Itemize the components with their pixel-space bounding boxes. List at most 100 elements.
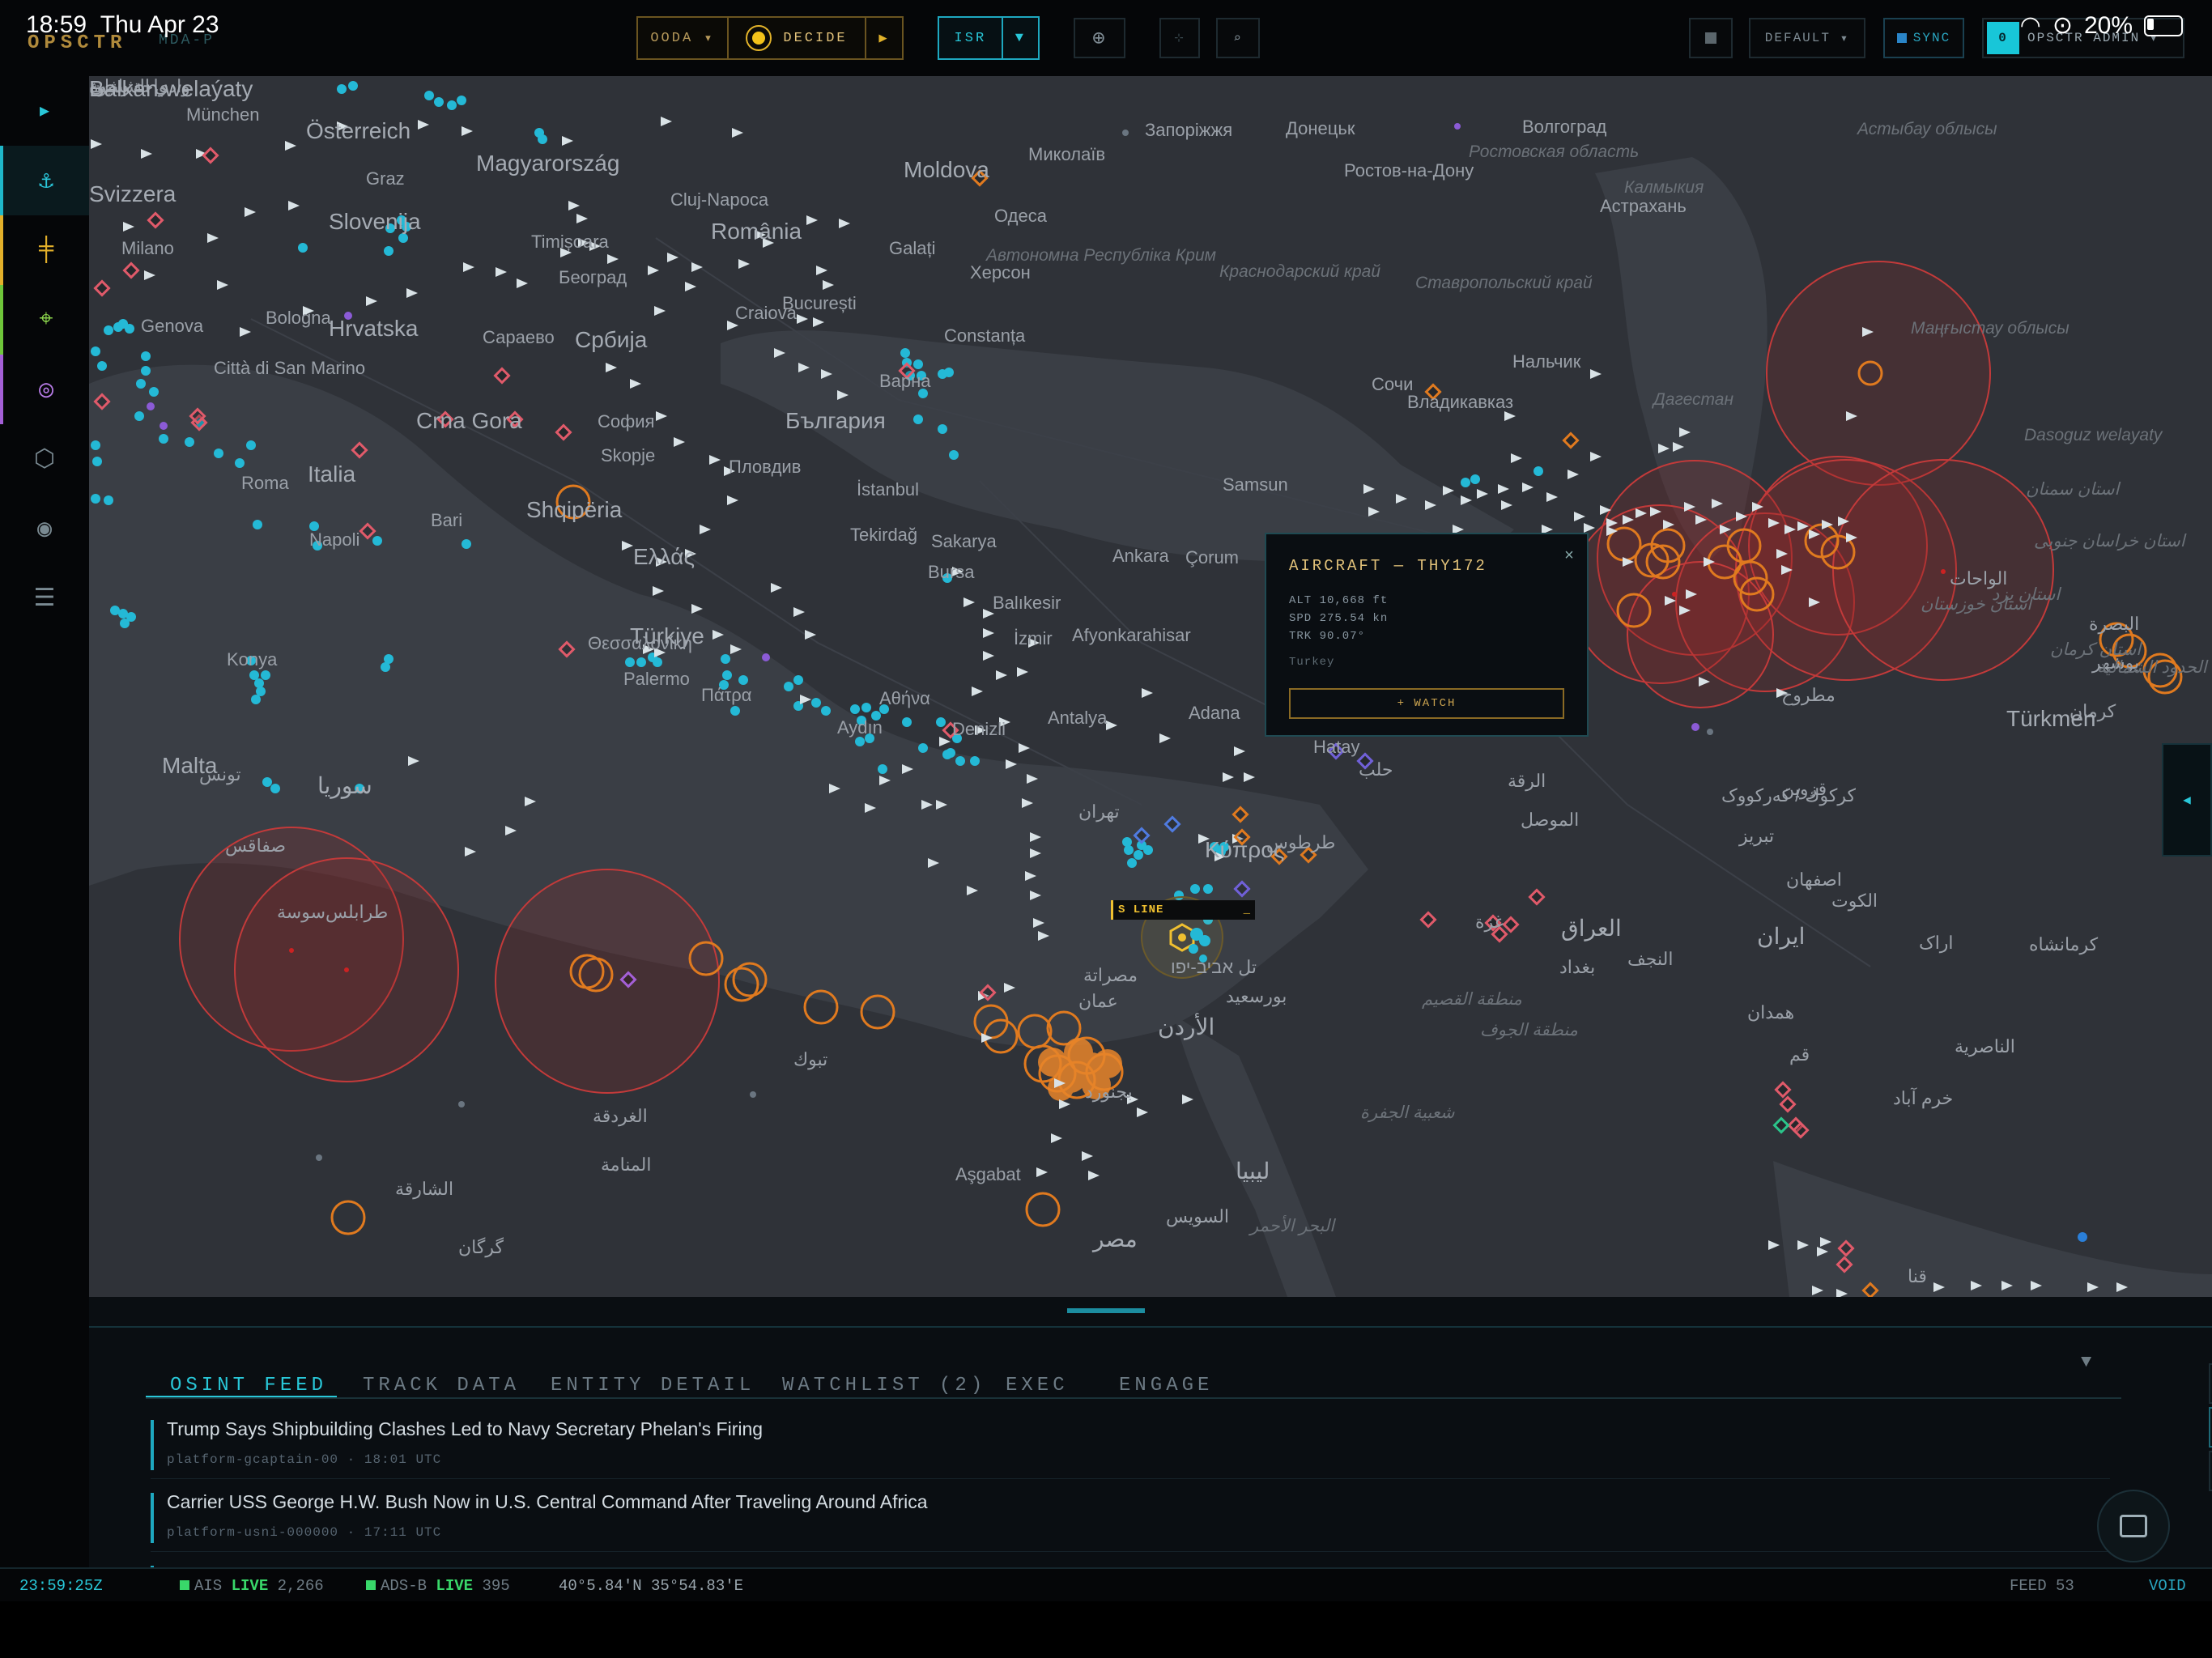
sidebar-item-air[interactable]: ╪ bbox=[0, 215, 89, 285]
aircraft-icon[interactable] bbox=[1522, 483, 1534, 492]
recenter-button[interactable]: ⊕ bbox=[1074, 18, 1125, 58]
vessel-icon[interactable] bbox=[721, 654, 730, 664]
aircraft-icon[interactable] bbox=[240, 327, 251, 337]
aircraft-icon[interactable] bbox=[207, 233, 219, 243]
aircraft-icon[interactable] bbox=[245, 207, 256, 217]
aircraft-icon[interactable] bbox=[406, 288, 418, 298]
close-icon[interactable]: × bbox=[1564, 547, 1574, 566]
aircraft-icon[interactable] bbox=[656, 411, 667, 421]
vessel-icon[interactable] bbox=[262, 777, 272, 787]
aircraft-icon[interactable] bbox=[806, 215, 818, 225]
phase-button[interactable]: DECIDE bbox=[729, 18, 866, 58]
contact-marker-icon[interactable] bbox=[555, 423, 572, 441]
vessel-icon[interactable] bbox=[141, 366, 151, 376]
vessel-icon[interactable] bbox=[235, 458, 245, 468]
aircraft-icon[interactable] bbox=[661, 117, 672, 126]
vessel-icon[interactable] bbox=[949, 450, 959, 460]
vessel-icon[interactable] bbox=[298, 243, 308, 253]
contact-marker-icon[interactable] bbox=[1779, 1095, 1797, 1113]
vessel-icon[interactable] bbox=[722, 670, 732, 680]
aircraft-icon[interactable] bbox=[1574, 512, 1585, 521]
aircraft-icon[interactable] bbox=[1511, 453, 1522, 463]
contact-marker-icon[interactable] bbox=[1502, 916, 1520, 933]
aircraft-icon[interactable] bbox=[1051, 1133, 1062, 1143]
vessel-icon[interactable] bbox=[125, 324, 134, 334]
contact-marker-icon[interactable] bbox=[202, 147, 219, 164]
aircraft-icon[interactable] bbox=[1498, 484, 1509, 494]
contact-marker-icon[interactable] bbox=[122, 261, 140, 279]
tab-track-data[interactable]: TRACK DATA bbox=[363, 1375, 520, 1397]
vessel-icon[interactable] bbox=[372, 536, 382, 546]
vessel-icon[interactable] bbox=[625, 657, 635, 667]
right-drawer-toggle[interactable]: ◀ bbox=[2162, 743, 2212, 857]
vessel-icon[interactable] bbox=[447, 100, 457, 110]
vessel-icon[interactable] bbox=[793, 675, 803, 685]
profile-dropdown[interactable]: DEFAULT ▾ bbox=[1749, 18, 1865, 58]
aircraft-icon[interactable] bbox=[816, 266, 827, 275]
contact-marker-icon[interactable] bbox=[1774, 1081, 1792, 1099]
vessel-icon[interactable] bbox=[381, 662, 390, 672]
sidebar-item-maritime[interactable]: ⚓ bbox=[0, 146, 89, 215]
vessel-icon[interactable] bbox=[185, 437, 194, 447]
sync-toggle[interactable]: SYNC bbox=[1883, 18, 1964, 58]
aircraft-icon[interactable] bbox=[691, 604, 703, 614]
aircraft-icon[interactable] bbox=[1223, 772, 1234, 782]
vessel-icon[interactable] bbox=[878, 764, 887, 774]
contact-marker-icon[interactable] bbox=[1419, 911, 1437, 929]
aircraft-icon[interactable] bbox=[996, 670, 1007, 680]
expand-sidebar-button[interactable]: ▶ bbox=[0, 76, 89, 146]
aircraft-icon[interactable] bbox=[141, 149, 152, 159]
aircraft-icon[interactable] bbox=[1768, 1240, 1780, 1250]
vessel-icon[interactable] bbox=[104, 495, 113, 505]
vessel-icon[interactable] bbox=[134, 411, 144, 421]
aircraft-icon[interactable] bbox=[1590, 452, 1602, 461]
aircraft-icon[interactable] bbox=[674, 437, 685, 447]
vessel-icon[interactable] bbox=[261, 670, 270, 680]
aircraft-icon[interactable] bbox=[366, 296, 377, 306]
vessel-icon[interactable] bbox=[91, 440, 100, 450]
void-button[interactable]: VOID bbox=[2149, 1577, 2186, 1595]
tool-pan-button[interactable]: ⌖PAN bbox=[2209, 1407, 2212, 1448]
drag-handle-icon[interactable] bbox=[1067, 1308, 1145, 1313]
aircraft-icon[interactable] bbox=[606, 363, 617, 372]
vessel-icon[interactable] bbox=[256, 687, 266, 696]
vessel-icon[interactable] bbox=[636, 657, 646, 667]
vessel-icon[interactable] bbox=[918, 743, 928, 753]
feed-item[interactable]: Carrier USS George H.W. Bush Now in U.S.… bbox=[151, 1488, 2110, 1552]
sidebar-item-orbits[interactable]: ◎ bbox=[0, 355, 89, 424]
aircraft-icon[interactable] bbox=[709, 455, 721, 465]
contact-marker-icon[interactable] bbox=[1528, 888, 1546, 906]
tab-entity-detail[interactable]: ENTITY DETAIL bbox=[551, 1375, 755, 1397]
contact-marker-icon[interactable] bbox=[147, 211, 164, 229]
vessel-icon[interactable] bbox=[955, 756, 965, 766]
advance-phase-button[interactable]: ▶ bbox=[866, 18, 902, 58]
vessel-icon[interactable] bbox=[91, 494, 100, 504]
vessel-icon[interactable] bbox=[913, 414, 923, 424]
aircraft-icon[interactable] bbox=[1159, 733, 1171, 743]
aircraft-icon[interactable] bbox=[823, 280, 834, 290]
aircraft-icon[interactable] bbox=[496, 267, 507, 277]
aircraft-icon[interactable] bbox=[568, 201, 580, 210]
aircraft-icon[interactable] bbox=[939, 737, 951, 746]
search-button[interactable]: ⌕ bbox=[1216, 18, 1260, 58]
aircraft-icon[interactable] bbox=[418, 120, 429, 130]
target-button[interactable]: ⊹ bbox=[1159, 18, 1200, 58]
aircraft-icon[interactable] bbox=[727, 495, 738, 505]
aircraft-icon[interactable] bbox=[1142, 688, 1153, 698]
aircraft-icon[interactable] bbox=[1477, 489, 1488, 499]
panel-splitter[interactable] bbox=[89, 1297, 2212, 1326]
vessel-icon[interactable] bbox=[913, 359, 923, 369]
aircraft-icon[interactable] bbox=[1182, 1095, 1193, 1104]
aircraft-icon[interactable] bbox=[1106, 721, 1117, 730]
sidebar-item-targeting[interactable]: ⌖ bbox=[0, 285, 89, 355]
contact-marker-icon[interactable] bbox=[1772, 1116, 1790, 1134]
aircraft-icon[interactable] bbox=[797, 314, 808, 324]
aircraft-icon[interactable] bbox=[983, 651, 994, 661]
tool-drk-button[interactable]: ◫DRK bbox=[2209, 1363, 2212, 1404]
vessel-icon[interactable] bbox=[337, 84, 347, 94]
aircraft-icon[interactable] bbox=[1590, 369, 1602, 379]
tab-engage[interactable]: ENGAGE bbox=[1119, 1375, 1213, 1397]
aircraft-icon[interactable] bbox=[622, 541, 633, 551]
aircraft-icon[interactable] bbox=[1082, 1151, 1093, 1161]
vessel-icon[interactable] bbox=[821, 706, 831, 716]
